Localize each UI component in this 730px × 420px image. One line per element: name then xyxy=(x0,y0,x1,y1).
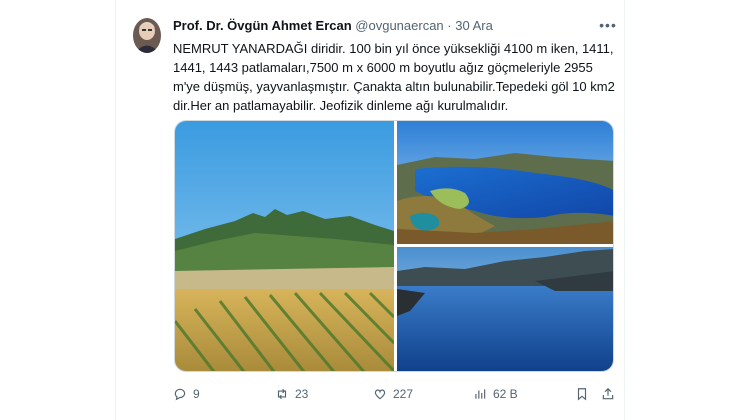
author-name[interactable]: Prof. Dr. Övgün Ahmet Ercan xyxy=(173,18,352,33)
reply-icon xyxy=(174,388,186,401)
share-button[interactable] xyxy=(601,386,621,402)
crater-lake-aerial-photo[interactable] xyxy=(397,121,614,244)
retweet-count: 23 xyxy=(295,387,309,401)
more-options-icon[interactable]: ••• xyxy=(598,18,618,34)
mountain-field-photo[interactable] xyxy=(175,121,396,372)
author-handle[interactable]: @ovgunaercan xyxy=(355,18,443,33)
like-count: 227 xyxy=(393,387,414,401)
views-button[interactable]: 62 B xyxy=(473,386,518,402)
avatar[interactable] xyxy=(133,18,161,53)
tweet-actions: 9 23 227 62 B xyxy=(173,386,618,402)
share-icon xyxy=(602,387,614,400)
tweet-date[interactable]: 30 Ara xyxy=(455,18,493,33)
bookmark-button[interactable] xyxy=(575,386,595,402)
bookmark-icon xyxy=(577,388,587,401)
retweet-button[interactable]: 23 xyxy=(275,386,308,402)
retweet-icon xyxy=(277,388,287,400)
avatar-image xyxy=(133,18,161,53)
tweet-media-grid xyxy=(174,120,614,372)
views-chart-icon xyxy=(475,389,486,399)
reply-button[interactable]: 9 xyxy=(173,386,200,402)
views-count: 62 B xyxy=(493,387,518,401)
reply-count: 9 xyxy=(193,387,200,401)
tweet-text: NEMRUT YANARDAĞI diridir. 100 bin yıl ön… xyxy=(173,41,615,113)
like-button[interactable]: 227 xyxy=(373,386,413,402)
separator-dot: · xyxy=(447,18,452,33)
crater-lake-shore-photo[interactable] xyxy=(397,247,614,372)
tweet-header: Prof. Dr. Övgün Ahmet Ercan @ovgunaercan… xyxy=(173,18,493,34)
heart-icon xyxy=(374,389,386,400)
